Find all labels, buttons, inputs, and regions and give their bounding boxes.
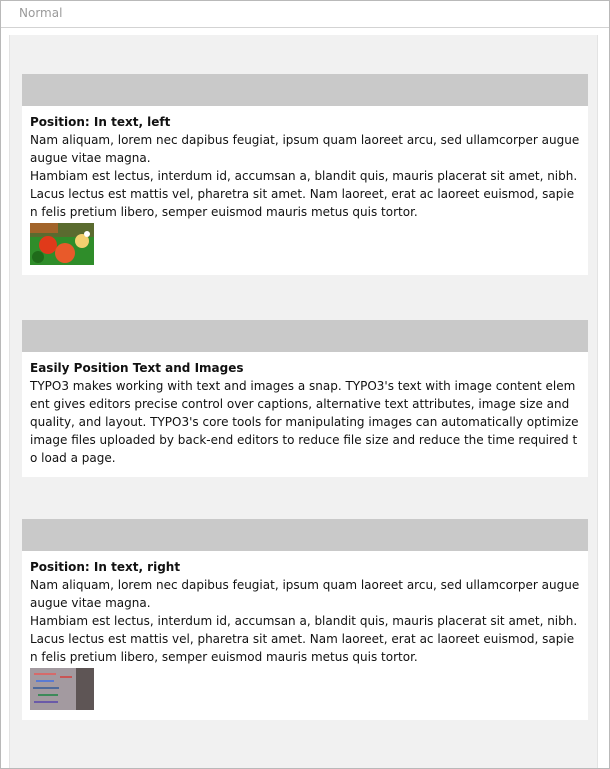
content-element-title: Position: In text, right — [30, 560, 181, 574]
content-element-text[interactable]: Easily Position Text and Images TYPO3 ma… — [22, 320, 588, 477]
content-element-textpic-right[interactable]: Position: In text, right Nam aliquam, lo… — [22, 519, 588, 720]
content-element-paragraph: Nam aliquam, lorem nec dapibus feugiat, … — [30, 133, 580, 165]
content-element-paragraph: Nam aliquam, lorem nec dapibus feugiat, … — [30, 578, 580, 610]
content-element-body: Position: In text, left Nam aliquam, lor… — [22, 106, 588, 275]
column-label: Normal — [1, 1, 609, 28]
content-element-body: Position: In text, right Nam aliquam, lo… — [22, 551, 588, 720]
content-element-paragraph: Hambiam est lectus, interdum id, accumsa… — [30, 614, 578, 664]
whiteboard-image — [30, 668, 94, 710]
content-element-title: Position: In text, left — [30, 115, 171, 129]
page-column-frame: Normal Position: In text, left Nam aliqu… — [0, 0, 610, 769]
billiard-balls-image — [30, 223, 94, 265]
content-element-paragraph: Hambiam est lectus, interdum id, accumsa… — [30, 169, 578, 219]
content-element-paragraph: TYPO3 makes working with text and images… — [30, 379, 579, 465]
content-element-header-bar[interactable] — [22, 519, 588, 551]
content-element-header-bar[interactable] — [22, 320, 588, 352]
content-element-title: Easily Position Text and Images — [30, 361, 244, 375]
content-element-textpic-left[interactable]: Position: In text, left Nam aliquam, lor… — [22, 74, 588, 275]
column-content-area: Position: In text, left Nam aliquam, lor… — [9, 35, 598, 768]
content-element-header-bar[interactable] — [22, 74, 588, 106]
content-element-body: Easily Position Text and Images TYPO3 ma… — [22, 352, 588, 477]
